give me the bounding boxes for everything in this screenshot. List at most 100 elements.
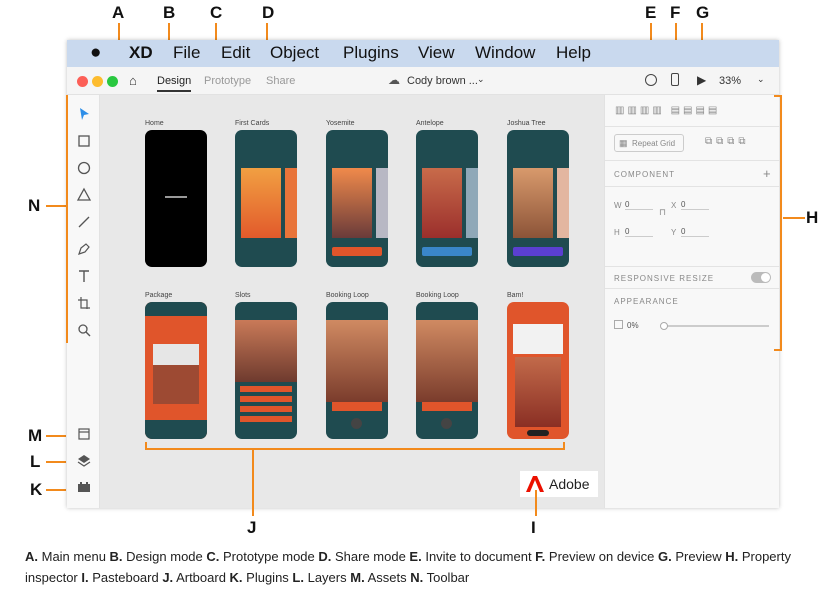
repeat-grid-section: ▦ Repeat Grid ⧉⧉⧉⧉ <box>605 127 780 161</box>
assets-icon[interactable] <box>76 426 92 442</box>
callout-a: A <box>112 3 125 22</box>
artboard-label-bam: Bam! <box>507 292 524 299</box>
component-heading: COMPONENT <box>614 170 675 179</box>
tab-design[interactable]: Design <box>157 75 192 92</box>
menu-window[interactable]: Window <box>475 43 535 63</box>
artboard-slots[interactable] <box>235 302 297 439</box>
leader-n <box>46 205 66 207</box>
select-arrow-icon[interactable] <box>76 106 92 122</box>
callout-l: L <box>30 452 41 471</box>
lock-aspect-icon[interactable]: ⊓ <box>659 207 666 218</box>
close-button[interactable] <box>77 76 88 87</box>
transform-section: W 0 X 0 ⊓ H 0 Y 0 <box>605 187 780 267</box>
adobe-wordmark: Adobe <box>549 476 590 492</box>
artboard-booking-loop[interactable] <box>326 302 388 439</box>
zoom-button[interactable] <box>107 76 118 87</box>
w-label: W <box>614 201 622 210</box>
artboard-tool-icon[interactable] <box>76 295 92 311</box>
bracket-h-bottom <box>774 349 782 351</box>
height-field[interactable]: 0 <box>625 227 653 237</box>
caption-key-f: F. <box>535 549 546 564</box>
callout-i: I <box>531 518 536 537</box>
artboard-yosemite[interactable] <box>326 130 388 267</box>
caption-text-g: Preview <box>671 549 726 564</box>
menu-object[interactable]: Object <box>270 43 319 63</box>
artboard-home[interactable] <box>145 130 207 267</box>
artboard-label-antelope: Antelope <box>416 120 444 127</box>
menu-plugins[interactable]: Plugins <box>343 43 399 63</box>
figure: A B C D E F G N M L K H ● XD File Edit O… <box>0 0 826 601</box>
caption-text-j: Artboard <box>173 570 230 585</box>
polygon-icon[interactable] <box>76 187 92 203</box>
pen-icon[interactable] <box>76 241 92 257</box>
xd-window: ● XD File Edit Object Plugins View Windo… <box>67 40 780 508</box>
artboard-antelope[interactable] <box>416 130 478 267</box>
callout-c: C <box>210 3 223 22</box>
x-field[interactable]: 0 <box>681 200 709 210</box>
repeat-grid-button[interactable]: ▦ Repeat Grid <box>614 134 684 152</box>
layers-icon[interactable] <box>76 452 92 468</box>
zoom-tool-icon[interactable] <box>76 322 92 338</box>
text-icon[interactable] <box>76 268 92 284</box>
caption-key-i: I. <box>81 570 89 585</box>
line-icon[interactable] <box>76 214 92 230</box>
bracket-j-left <box>145 442 147 450</box>
caption-key-k: K. <box>229 570 243 585</box>
title-bar: ⌂ Design Prototype Share ☁ Cody brown ..… <box>67 67 779 95</box>
adobe-badge: Adobe <box>520 471 598 497</box>
rectangle-icon[interactable] <box>76 133 92 149</box>
apple-icon[interactable]: ● <box>90 42 101 64</box>
cloud-icon: ☁ <box>388 73 400 87</box>
add-component-icon[interactable]: + <box>763 166 771 181</box>
menu-view[interactable]: View <box>418 43 455 63</box>
menu-file[interactable]: File <box>173 43 200 63</box>
callout-k: K <box>30 480 43 499</box>
opacity-slider[interactable] <box>660 322 769 330</box>
menu-edit[interactable]: Edit <box>221 43 250 63</box>
boolean-ops-icons[interactable]: ⧉⧉⧉⧉ <box>705 136 750 147</box>
align-icons[interactable]: ▥▥▥▥ ▤▤▤▤ <box>615 105 720 116</box>
artboard-joshua-tree[interactable] <box>507 130 569 267</box>
caption-key-b: B. <box>109 549 123 564</box>
play-icon[interactable]: ▶ <box>697 73 706 87</box>
caption-key-h: H. <box>725 549 739 564</box>
chevron-down-icon[interactable]: ⌄ <box>477 74 485 85</box>
callout-n: N <box>28 196 41 215</box>
tab-prototype[interactable]: Prototype <box>204 75 251 87</box>
zoom-chevron-icon[interactable]: ⌄ <box>757 74 765 85</box>
caption-key-g: G. <box>658 549 672 564</box>
menu-help[interactable]: Help <box>556 43 591 63</box>
caption-key-n: N. <box>410 570 424 585</box>
caption: A. Main menu B. Design mode C. Prototype… <box>25 546 815 588</box>
ellipse-icon[interactable] <box>76 160 92 176</box>
tab-share[interactable]: Share <box>266 75 295 87</box>
caption-text-i: Pasteboard <box>88 570 163 585</box>
callout-b: B <box>163 3 176 22</box>
device-preview-icon[interactable] <box>671 73 679 86</box>
opacity-value[interactable]: 0% <box>627 321 639 330</box>
width-field[interactable]: 0 <box>625 200 653 210</box>
home-icon[interactable]: ⌂ <box>129 73 137 88</box>
leader-l <box>46 461 66 463</box>
opacity-checkbox[interactable] <box>614 320 623 329</box>
caption-text-k: Plugins <box>242 570 293 585</box>
artboard-label-yosemite: Yosemite <box>326 120 355 127</box>
responsive-resize-label: RESPONSIVE RESIZE <box>614 274 715 283</box>
responsive-resize-toggle[interactable] <box>751 272 771 283</box>
pasteboard[interactable]: Home First Cards Yosemite Antelope Joshu… <box>100 95 604 508</box>
artboard-booking-loop-2[interactable] <box>416 302 478 439</box>
app-name[interactable]: XD <box>129 43 153 63</box>
zoom-level[interactable]: 33% <box>719 75 741 87</box>
plugins-icon[interactable] <box>76 479 92 495</box>
artboard-bam[interactable] <box>507 302 569 439</box>
artboard-package[interactable] <box>145 302 207 439</box>
minimize-button[interactable] <box>92 76 103 87</box>
invite-icon[interactable] <box>645 74 657 86</box>
document-name[interactable]: Cody brown ... <box>407 75 478 87</box>
callout-g: G <box>696 3 710 22</box>
artboard-first-cards[interactable] <box>235 130 297 267</box>
y-field[interactable]: 0 <box>681 227 709 237</box>
appearance-heading: APPEARANCE <box>614 297 679 306</box>
x-label: X <box>671 201 677 210</box>
callout-h: H <box>806 208 819 227</box>
